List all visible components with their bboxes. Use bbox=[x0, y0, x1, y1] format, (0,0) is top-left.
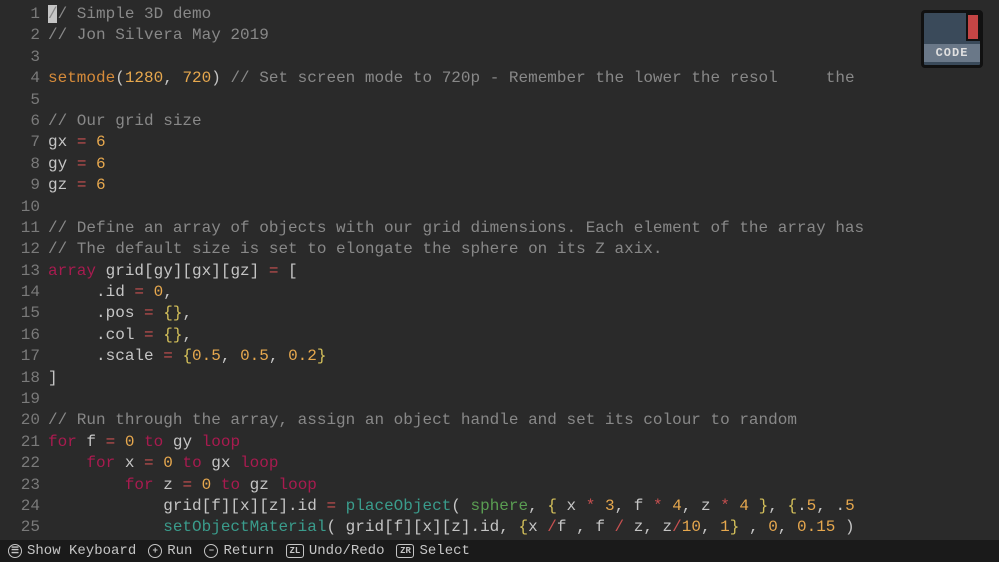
code-line[interactable]: .col = {}, bbox=[48, 325, 999, 346]
line-number: 3 bbox=[0, 47, 40, 68]
line-number: 2 bbox=[0, 25, 40, 46]
line-number: 22 bbox=[0, 453, 40, 474]
code-line[interactable] bbox=[48, 90, 999, 111]
code-line[interactable]: // Define an array of objects with our g… bbox=[48, 218, 999, 239]
line-number: 16 bbox=[0, 325, 40, 346]
statusbar-item[interactable]: ZR Select bbox=[396, 543, 469, 559]
line-number: 14 bbox=[0, 282, 40, 303]
help-book-icon[interactable]: CODE bbox=[917, 6, 989, 76]
code-line[interactable] bbox=[48, 389, 999, 410]
button-hint-icon: ZL bbox=[286, 544, 304, 558]
statusbar-item[interactable]: + Run bbox=[148, 543, 192, 559]
code-area[interactable]: // Simple 3D demo// Jon Silvera May 2019… bbox=[48, 0, 999, 540]
statusbar-label: Return bbox=[223, 543, 273, 559]
line-number: 20 bbox=[0, 410, 40, 431]
line-number: 21 bbox=[0, 432, 40, 453]
code-line[interactable]: // Our grid size bbox=[48, 111, 999, 132]
button-hint-icon: − bbox=[204, 544, 218, 558]
code-line[interactable]: setObjectMaterial( grid[f][x][z].id, {x … bbox=[48, 517, 999, 538]
line-number: 17 bbox=[0, 346, 40, 367]
line-number: 9 bbox=[0, 175, 40, 196]
code-line[interactable] bbox=[48, 197, 999, 218]
code-line[interactable]: for f = 0 to gy loop bbox=[48, 432, 999, 453]
line-number: 4 bbox=[0, 68, 40, 89]
statusbar-item[interactable]: ZL Undo/Redo bbox=[286, 543, 385, 559]
line-number: 19 bbox=[0, 389, 40, 410]
line-number: 7 bbox=[0, 132, 40, 153]
line-number: 12 bbox=[0, 239, 40, 260]
code-line[interactable]: for x = 0 to gx loop bbox=[48, 453, 999, 474]
statusbar-label: Select bbox=[419, 543, 469, 559]
code-line[interactable]: // Jon Silvera May 2019 bbox=[48, 25, 999, 46]
button-hint-icon: ☰ bbox=[8, 544, 22, 558]
line-number: 18 bbox=[0, 368, 40, 389]
book-label: CODE bbox=[924, 44, 980, 62]
line-number: 13 bbox=[0, 261, 40, 282]
button-hint-icon: ZR bbox=[396, 544, 414, 558]
code-line[interactable]: ] bbox=[48, 368, 999, 389]
line-number: 6 bbox=[0, 111, 40, 132]
code-line[interactable] bbox=[48, 47, 999, 68]
statusbar-label: Show Keyboard bbox=[27, 543, 136, 559]
code-line[interactable]: .id = 0, bbox=[48, 282, 999, 303]
statusbar-item[interactable]: ☰ Show Keyboard bbox=[8, 543, 136, 559]
line-number: 5 bbox=[0, 90, 40, 111]
statusbar-item[interactable]: −Return bbox=[204, 543, 273, 559]
line-number: 24 bbox=[0, 496, 40, 517]
code-line[interactable]: gy = 6 bbox=[48, 154, 999, 175]
statusbar-label: Run bbox=[167, 543, 192, 559]
statusbar-label: Undo/Redo bbox=[309, 543, 385, 559]
line-number: 11 bbox=[0, 218, 40, 239]
line-number: 1 bbox=[0, 4, 40, 25]
code-editor[interactable]: 1234567891011121314151617181920212223242… bbox=[0, 0, 999, 540]
status-bar: ☰Show Keyboard+Run−ReturnZLUndo/RedoZRSe… bbox=[0, 540, 999, 562]
code-line[interactable]: grid[f][x][z].id = placeObject( sphere, … bbox=[48, 496, 999, 517]
code-line[interactable]: // Simple 3D demo bbox=[48, 4, 999, 25]
line-number: 8 bbox=[0, 154, 40, 175]
line-number: 10 bbox=[0, 197, 40, 218]
code-line[interactable]: .pos = {}, bbox=[48, 303, 999, 324]
button-hint-icon: + bbox=[148, 544, 162, 558]
code-line[interactable]: for z = 0 to gz loop bbox=[48, 475, 999, 496]
line-number: 15 bbox=[0, 303, 40, 324]
code-line[interactable]: gz = 6 bbox=[48, 175, 999, 196]
code-line[interactable]: // Run through the array, assign an obje… bbox=[48, 410, 999, 431]
line-number: 23 bbox=[0, 475, 40, 496]
line-number: 25 bbox=[0, 517, 40, 538]
code-line[interactable]: setmode(1280, 720) // Set screen mode to… bbox=[48, 68, 999, 89]
code-line[interactable]: // The default size is set to elongate t… bbox=[48, 239, 999, 260]
code-line[interactable]: gx = 6 bbox=[48, 132, 999, 153]
code-line[interactable]: .scale = {0.5, 0.5, 0.2} bbox=[48, 346, 999, 367]
line-number-gutter: 1234567891011121314151617181920212223242… bbox=[0, 0, 48, 540]
code-line[interactable]: array grid[gy][gx][gz] = [ bbox=[48, 261, 999, 282]
